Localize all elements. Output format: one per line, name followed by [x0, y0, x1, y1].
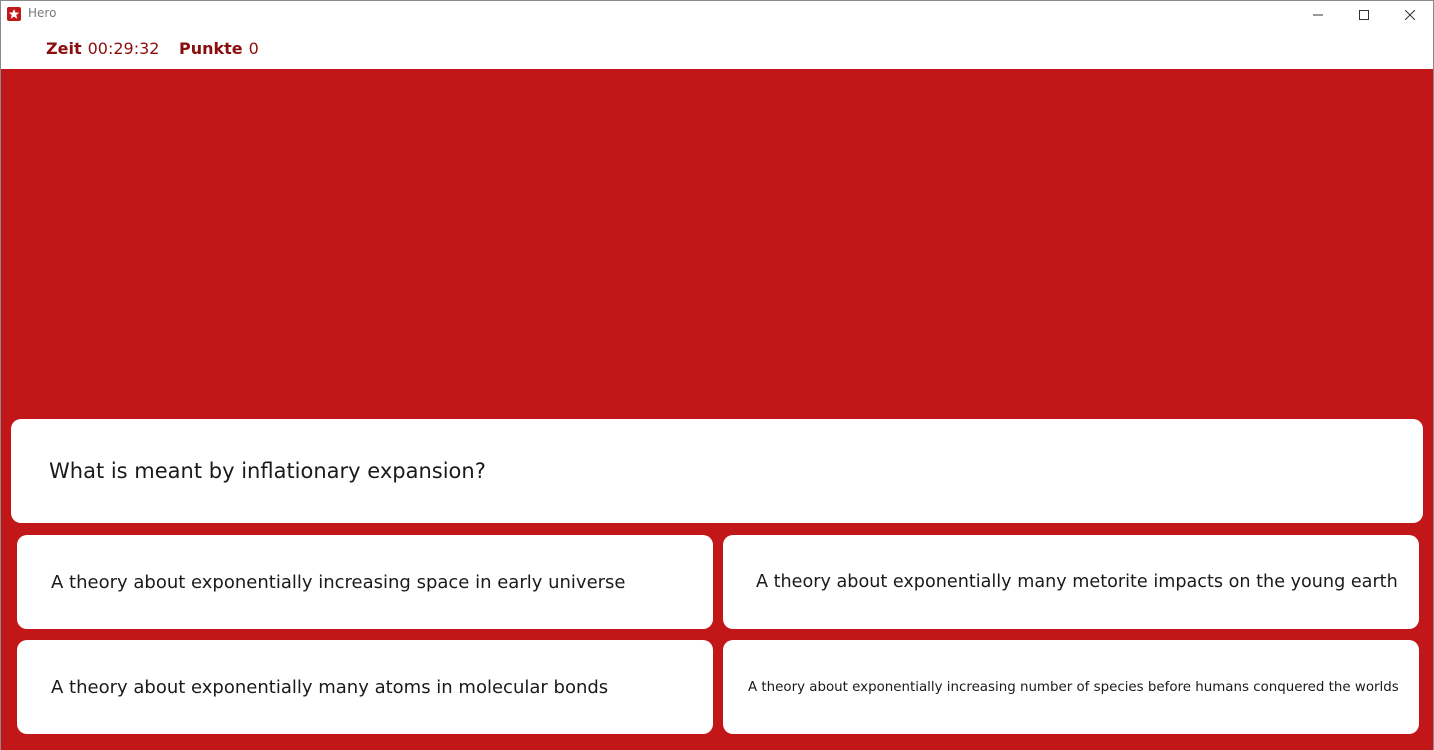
star-icon: [7, 7, 21, 21]
points-value: 0: [248, 39, 259, 58]
minimize-button[interactable]: [1295, 1, 1341, 29]
close-icon: [1405, 10, 1415, 20]
close-button[interactable]: [1387, 1, 1433, 29]
answer-button-3[interactable]: A theory about exponentially many atoms …: [17, 640, 713, 734]
window-controls: [1295, 1, 1433, 29]
time-stat: Zeit 00:29:32: [46, 39, 159, 58]
app-window: Hero Zeit 00:29:32 Punkte 0 What is mean…: [0, 0, 1434, 750]
answer-button-1[interactable]: A theory about exponentially increasing …: [17, 535, 713, 629]
maximize-icon: [1359, 10, 1369, 20]
answer-text: A theory about exponentially increasing …: [748, 679, 1399, 695]
maximize-button[interactable]: [1341, 1, 1387, 29]
time-value: 00:29:32: [87, 39, 160, 58]
question-text: What is meant by inflationary expansion?: [49, 459, 486, 483]
answer-text: A theory about exponentially many metori…: [756, 572, 1398, 592]
title-bar[interactable]: Hero: [1, 0, 1433, 28]
time-label: Zeit: [46, 39, 82, 58]
points-label: Punkte: [179, 39, 243, 58]
question-card: What is meant by inflationary expansion?: [11, 419, 1423, 523]
answer-button-2[interactable]: A theory about exponentially many metori…: [723, 535, 1419, 629]
answer-button-4[interactable]: A theory about exponentially increasing …: [723, 640, 1419, 734]
stats-bar: Zeit 00:29:32 Punkte 0: [1, 28, 1433, 69]
points-stat: Punkte 0: [179, 39, 259, 58]
answer-text: A theory about exponentially many atoms …: [51, 676, 609, 698]
answer-text: A theory about exponentially increasing …: [51, 571, 626, 593]
minimize-icon: [1313, 14, 1323, 16]
window-title: Hero: [28, 6, 57, 20]
